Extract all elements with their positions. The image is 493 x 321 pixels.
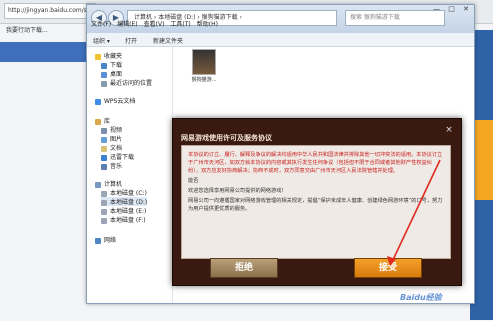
annotation-arrow [387,159,441,266]
watermark-logo: Baidu经验 [400,293,442,302]
